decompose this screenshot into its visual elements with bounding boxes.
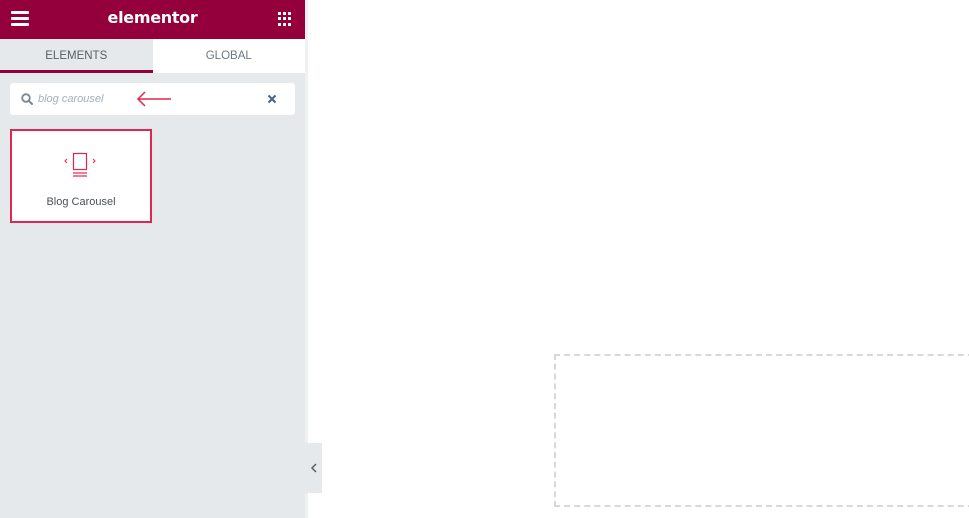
logo-text: elementor [107, 8, 198, 27]
empty-section-dropzone[interactable] [554, 354, 969, 507]
tab-global[interactable]: GLOBAL [153, 39, 306, 73]
search-icon [21, 93, 33, 105]
panel-header: elementor [0, 0, 305, 39]
grid-icon [278, 12, 281, 15]
chevron-left-icon [310, 463, 317, 473]
menu-button[interactable] [11, 11, 29, 27]
search-box [10, 83, 295, 115]
widget-label: Blog Carousel [46, 196, 116, 208]
tab-elements[interactable]: ELEMENTS [0, 39, 153, 73]
hamburger-icon [11, 11, 29, 26]
apps-button[interactable] [278, 12, 292, 26]
carousel-icon [64, 152, 96, 177]
collapse-panel-button[interactable] [305, 443, 322, 493]
widget-blog-carousel[interactable]: Blog Carousel [10, 129, 152, 223]
elements-panel: elementor ELEMENTS GLOBAL Bl [0, 0, 305, 518]
panel-divider [305, 0, 308, 518]
panel-tabs: ELEMENTS GLOBAL [0, 39, 305, 73]
arrow-left-icon [136, 91, 171, 107]
close-icon[interactable] [266, 93, 278, 105]
logo: elementor [0, 8, 305, 27]
